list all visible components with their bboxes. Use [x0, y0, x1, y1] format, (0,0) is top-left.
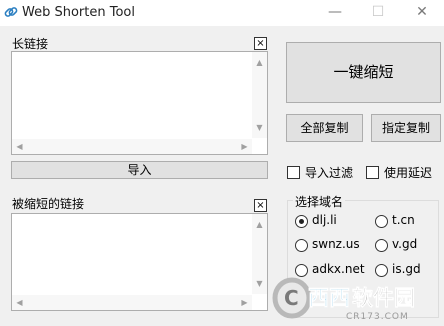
import-filter-label: 导入过滤 — [305, 166, 354, 180]
svg-text:西西: 西西 — [308, 286, 350, 310]
radio-v-gd[interactable] — [375, 239, 388, 252]
long-link-textarea[interactable]: ▲ ▼ ◀ ▶ — [11, 51, 268, 155]
short-link-textarea[interactable]: ▲ ▼ ◀ ▶ — [11, 213, 268, 311]
maximize-button[interactable]: ☐ — [356, 0, 400, 26]
use-delay-checkbox[interactable] — [366, 166, 379, 179]
scroll-up-icon[interactable]: ▲ — [252, 217, 267, 232]
scroll-up-icon[interactable]: ▲ — [252, 55, 267, 70]
copy-all-button[interactable]: 全部复制 — [286, 114, 363, 142]
svg-text:软件园: 软件园 — [352, 286, 415, 310]
radio-dlj-li[interactable] — [295, 215, 308, 228]
import-button[interactable]: 导入 — [11, 161, 268, 179]
radio-label-dlj-li: dlj.li — [312, 213, 337, 227]
radio-t-cn[interactable] — [375, 215, 388, 228]
long-link-vscroll[interactable]: ▲ ▼ — [252, 52, 267, 138]
short-link-hscroll[interactable]: ◀ ▶ — [12, 295, 252, 310]
long-link-close-button[interactable]: × — [254, 37, 267, 50]
svg-text:CR173.COM: CR173.COM — [346, 312, 409, 322]
link-icon — [3, 4, 19, 20]
scroll-right-icon[interactable]: ▶ — [237, 139, 252, 154]
radio-label-t-cn: t.cn — [392, 213, 415, 227]
long-link-hscroll[interactable]: ◀ ▶ — [12, 139, 252, 154]
scroll-left-icon[interactable]: ◀ — [12, 139, 27, 154]
svg-text:C: C — [284, 286, 299, 310]
watermark-logo: C 西西 软件园 CR173.COM — [268, 270, 444, 323]
window-title: Web Shorten Tool — [22, 5, 135, 20]
short-link-vscroll[interactable]: ▲ ▼ — [252, 214, 267, 294]
minimize-button[interactable]: — — [313, 0, 357, 26]
copy-selected-button[interactable]: 指定复制 — [371, 114, 441, 142]
short-link-label: 被缩短的链接 — [12, 197, 85, 211]
import-filter-checkbox[interactable] — [287, 166, 300, 179]
long-link-label: 长链接 — [12, 37, 49, 51]
close-window-button[interactable]: ✕ — [400, 0, 444, 26]
radio-label-v-gd: v.gd — [392, 237, 418, 251]
one-click-shorten-button[interactable]: 一键缩短 — [286, 42, 441, 103]
scroll-right-icon[interactable]: ▶ — [237, 295, 252, 310]
scroll-down-icon[interactable]: ▼ — [252, 120, 267, 135]
radio-label-swnz-us: swnz.us — [312, 237, 360, 251]
use-delay-label: 使用延迟 — [384, 166, 433, 180]
scroll-down-icon[interactable]: ▼ — [252, 276, 267, 291]
domain-group-label: 选择域名 — [293, 193, 346, 210]
scroll-left-icon[interactable]: ◀ — [12, 295, 27, 310]
radio-swnz-us[interactable] — [295, 239, 308, 252]
short-link-close-button[interactable]: × — [254, 199, 267, 212]
